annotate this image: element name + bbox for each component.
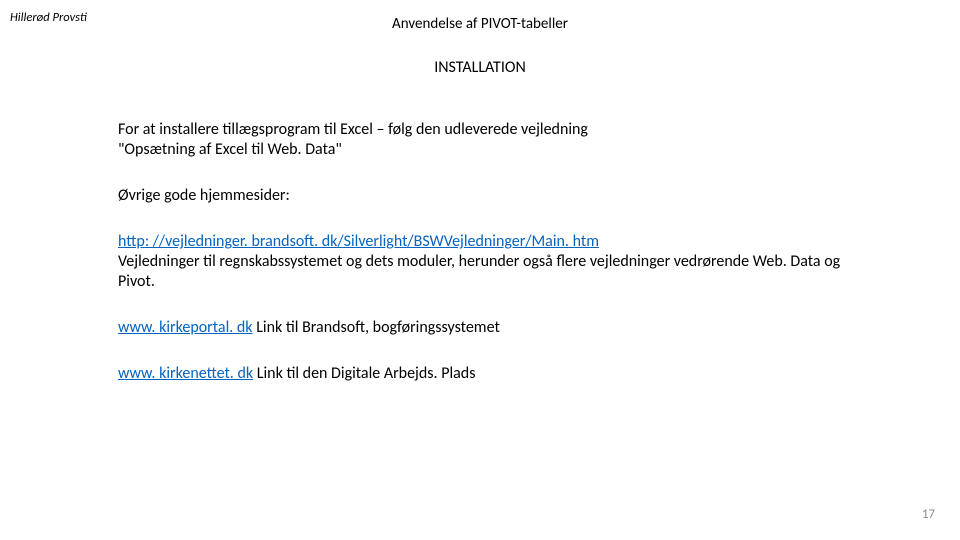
main-content: For at installere tillægsprogram til Exc… xyxy=(118,120,878,410)
kirkeportal-desc: Link til Brandsoft, bogføringssystemet xyxy=(253,318,500,337)
link-block-3: www. kirkenettet. dk Link til den Digita… xyxy=(118,364,878,384)
other-sites-label: Øvrige gode hjemmesider: xyxy=(118,186,878,206)
link-block-1: http: //vejledninger. brandsoft. dk/Silv… xyxy=(118,232,878,292)
brandsoft-guides-link[interactable]: http: //vejledninger. brandsoft. dk/Silv… xyxy=(118,232,599,251)
page-title: INSTALLATION xyxy=(0,58,960,77)
kirkeportal-link[interactable]: www. kirkeportal. dk xyxy=(118,318,253,337)
header-center: Anvendelse af PIVOT-tabeller xyxy=(0,15,960,33)
brandsoft-guides-desc: Vejledninger til regnskabssystemet og de… xyxy=(118,252,840,291)
kirkenettet-link[interactable]: www. kirkenettet. dk xyxy=(118,364,253,383)
page-number: 17 xyxy=(922,507,935,522)
intro-paragraph: For at installere tillægsprogram til Exc… xyxy=(118,120,638,160)
link-block-2: www. kirkeportal. dk Link til Brandsoft,… xyxy=(118,318,878,338)
kirkenettet-desc: Link til den Digitale Arbejds. Plads xyxy=(253,364,475,383)
